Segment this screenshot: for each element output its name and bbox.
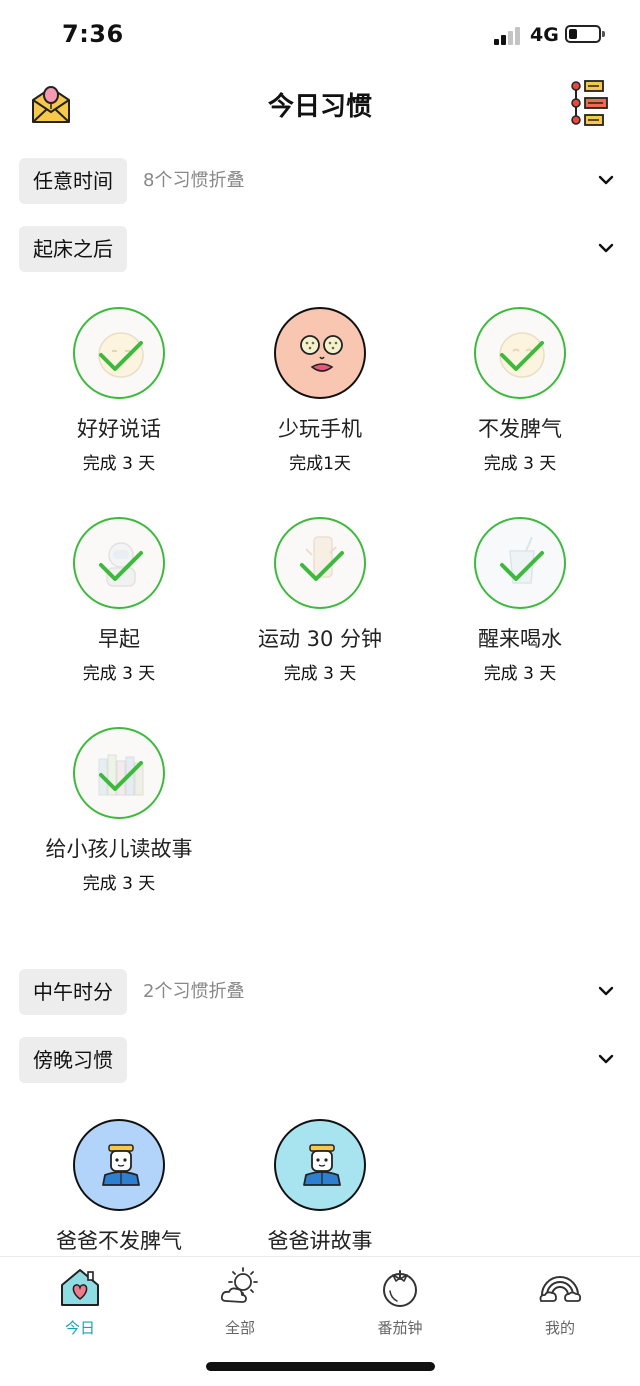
habit-name: 运动 30 分钟	[257, 627, 383, 651]
nav-bar: 今日习惯	[0, 72, 640, 138]
habit-card[interactable]: 不发脾气 完成 3 天	[420, 307, 620, 474]
group-label[interactable]: 傍晚习惯	[19, 1037, 127, 1083]
habit-card[interactable]: 给小孩儿读故事 完成 3 天	[19, 727, 219, 894]
dad-icon	[303, 1144, 341, 1186]
habit-circle[interactable]	[274, 1119, 366, 1211]
habit-streak: 完成 3 天	[82, 874, 156, 894]
group-noon[interactable]: 中午时分 2个习惯折叠	[0, 969, 640, 1015]
list-tree-icon[interactable]	[569, 80, 609, 126]
habit-circle-done[interactable]	[73, 517, 165, 609]
habit-circle-done[interactable]	[474, 307, 566, 399]
cucumber-mask-face-icon	[300, 335, 343, 372]
habit-circle[interactable]	[73, 1119, 165, 1211]
running-shoes-icon	[300, 536, 344, 581]
status-time: 7:36	[62, 20, 124, 48]
habit-streak: 完成1天	[289, 454, 351, 474]
chevron-down-icon[interactable]	[596, 240, 616, 256]
habit-streak: 完成 3 天	[283, 664, 357, 684]
habit-card[interactable]: 醒来喝水 完成 3 天	[420, 517, 620, 684]
smile-face-icon	[98, 332, 144, 378]
habit-name: 爸爸不发脾气	[56, 1229, 182, 1253]
habit-circle[interactable]	[274, 307, 366, 399]
habit-streak: 完成 3 天	[82, 454, 156, 474]
group-after-waking[interactable]: 起床之后	[0, 226, 640, 272]
chevron-down-icon[interactable]	[596, 172, 616, 188]
tab-all[interactable]: 全部	[185, 1265, 295, 1338]
tab-mine[interactable]: 我的	[505, 1265, 615, 1338]
water-cup-icon	[500, 536, 544, 584]
tab-label: 我的	[544, 1319, 575, 1337]
chevron-down-icon[interactable]	[596, 983, 616, 999]
habit-streak: 完成 3 天	[483, 664, 557, 684]
habit-streak: 完成 3 天	[82, 664, 156, 684]
tab-label: 番茄钟	[377, 1319, 423, 1337]
habit-name: 好好说话	[77, 417, 161, 441]
status-bar: 7:36 4G	[0, 0, 640, 70]
habit-streak: 完成 3 天	[483, 454, 557, 474]
habit-name: 爸爸讲故事	[267, 1229, 373, 1253]
habit-card[interactable]: 好好说话 完成 3 天	[19, 307, 219, 474]
rainbow-icon	[539, 1276, 582, 1302]
battery-icon	[565, 25, 605, 43]
chevron-down-icon[interactable]	[596, 1051, 616, 1067]
home-heart-icon	[61, 1269, 99, 1306]
tomato-icon	[383, 1270, 417, 1307]
habit-card[interactable]: 早起 完成 3 天	[19, 517, 219, 684]
habit-card[interactable]: 爸爸不发脾气	[19, 1119, 219, 1255]
home-indicator[interactable]	[206, 1362, 435, 1371]
group-label[interactable]: 任意时间	[19, 158, 127, 204]
sun-cloud-icon	[220, 1267, 258, 1303]
tab-today[interactable]: 今日	[25, 1265, 135, 1338]
tab-label: 今日	[64, 1319, 95, 1337]
page-title: 今日习惯	[267, 92, 372, 122]
habit-name: 早起	[98, 627, 140, 651]
calm-face-icon	[499, 332, 545, 378]
cellular-signal-icon	[494, 27, 520, 45]
tab-pomodoro[interactable]: 番茄钟	[345, 1265, 455, 1338]
habit-circle-done[interactable]	[274, 517, 366, 609]
books-icon	[98, 754, 144, 796]
group-label[interactable]: 中午时分	[19, 969, 127, 1015]
tab-label: 全部	[224, 1319, 255, 1337]
habit-name: 少玩手机	[278, 417, 362, 441]
astronaut-icon	[99, 542, 143, 587]
group-collapsed-note: 8个习惯折叠	[143, 170, 245, 191]
habit-circle-done[interactable]	[73, 307, 165, 399]
group-label[interactable]: 起床之后	[19, 226, 127, 272]
habit-name: 醒来喝水	[478, 627, 562, 651]
dad-icon	[102, 1144, 140, 1186]
habit-name: 不发脾气	[478, 417, 562, 441]
group-collapsed-note: 2个习惯折叠	[143, 981, 245, 1002]
network-type: 4G	[530, 24, 559, 46]
habit-card[interactable]: 爸爸讲故事	[220, 1119, 420, 1255]
habit-card[interactable]: 少玩手机 完成1天	[220, 307, 420, 474]
habit-circle-done[interactable]	[474, 517, 566, 609]
habit-name: 给小孩儿读故事	[45, 837, 193, 861]
habit-circle-done[interactable]	[73, 727, 165, 819]
group-anytime[interactable]: 任意时间 8个习惯折叠	[0, 158, 640, 204]
habit-card[interactable]: 运动 30 分钟 完成 3 天	[220, 517, 420, 684]
group-evening[interactable]: 傍晚习惯	[0, 1037, 640, 1083]
